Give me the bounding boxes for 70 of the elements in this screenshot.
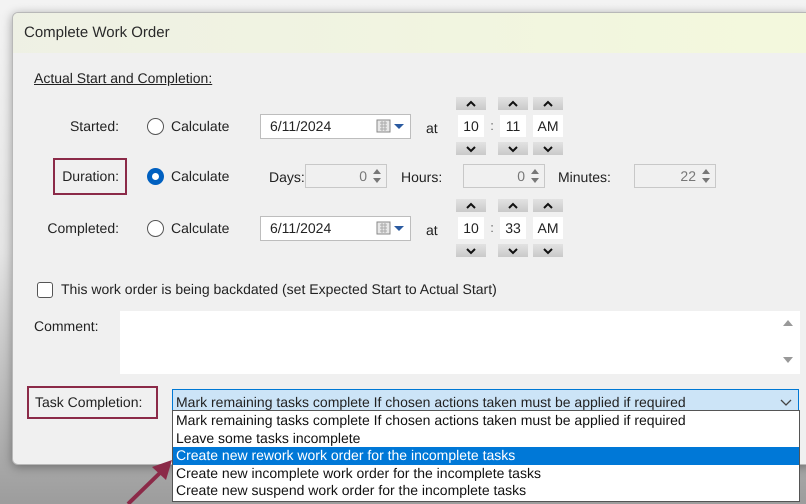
window-title: Complete Work Order [24,22,170,43]
spin-down-button[interactable] [456,244,486,257]
chevron-up-icon [507,202,519,210]
date-value: 6/11/2024 [270,116,332,136]
date-picker[interactable]: 6/11/2024 [260,216,411,240]
field-label: Started: [68,116,120,136]
at-label: at [426,118,439,138]
number-spinner[interactable]: 0 [463,164,545,188]
spin-up-button[interactable] [533,97,563,110]
number-value: 0 [517,166,526,186]
checkbox-label: This work order is being backdated (set Expected Start to Actual Start) [61,280,497,299]
spin-up-button[interactable] [456,199,486,212]
number-value: 0 [359,166,368,186]
time-field[interactable]: 10 [458,217,484,239]
dropdown-option[interactable]: Create new rework work order for the incomplete tasks [173,447,799,464]
number-spinner[interactable]: 22 [634,164,716,188]
time-field[interactable]: AM [533,217,563,239]
chevron-down-icon [465,246,477,254]
chevron-down-icon [542,144,554,152]
chevron-down-icon [542,246,554,254]
radio-label: Calculate [171,166,230,186]
spin-down-button[interactable] [533,142,563,155]
spin-up-button[interactable] [498,199,528,212]
chevron-down-icon [465,144,477,152]
calendar-dropdown-icon [376,118,406,134]
radio-label: Calculate [171,218,230,238]
comment-label: Comment: [34,317,100,336]
field-label: Minutes: [558,168,612,187]
chevron-up-icon [465,100,477,108]
time-field[interactable]: 33 [500,217,526,239]
chevron-up-icon [542,100,554,108]
date-picker[interactable]: 6/11/2024 [260,114,411,138]
chevron-up-icon [542,202,554,210]
spin-down-button[interactable] [498,244,528,257]
field-label: Duration: [53,158,127,194]
radio-button[interactable] [147,220,164,236]
spin-up-button[interactable] [498,97,528,110]
dropdown-option[interactable]: Create new incomplete work order for the incomplete tasks [173,464,799,482]
spin-up-button[interactable] [456,97,486,110]
date-value: 6/11/2024 [270,218,332,238]
time-separator: : [489,117,495,136]
section-heading: Actual Start and Completion: [34,69,212,88]
chevron-up-icon [507,100,519,108]
chevron-up-icon [465,202,477,210]
time-field[interactable]: AM [533,115,563,137]
comment-field[interactable] [120,311,800,374]
field-label: Completed: [46,218,120,238]
chevron-down-icon [780,398,792,406]
spin-down-button[interactable] [533,244,563,257]
field-label: Task Completion: [27,386,158,419]
radio-button[interactable] [147,118,164,134]
time-field[interactable]: 10 [458,115,484,137]
number-spinner[interactable]: 0 [305,164,387,188]
dropdown-option[interactable]: Leave some tasks incomplete [173,430,799,447]
radio-button[interactable] [147,168,164,184]
chevron-down-icon [507,246,519,254]
field-label: Hours: [401,168,444,187]
chevron-down-icon [507,144,519,152]
checkbox[interactable] [37,282,53,298]
number-value: 22 [680,166,697,186]
at-label: at [426,220,439,240]
calendar-dropdown-icon [376,220,406,236]
spin-up-button[interactable] [533,199,563,212]
spin-down-button[interactable] [498,142,528,155]
time-separator: : [489,219,495,238]
spin-down-button[interactable] [456,142,486,155]
field-label: Days: [269,168,305,187]
radio-label: Calculate [171,116,230,136]
dropdown-option[interactable]: Create new suspend work order for the incomplete tasks [173,482,799,500]
time-field[interactable]: 11 [500,115,526,137]
